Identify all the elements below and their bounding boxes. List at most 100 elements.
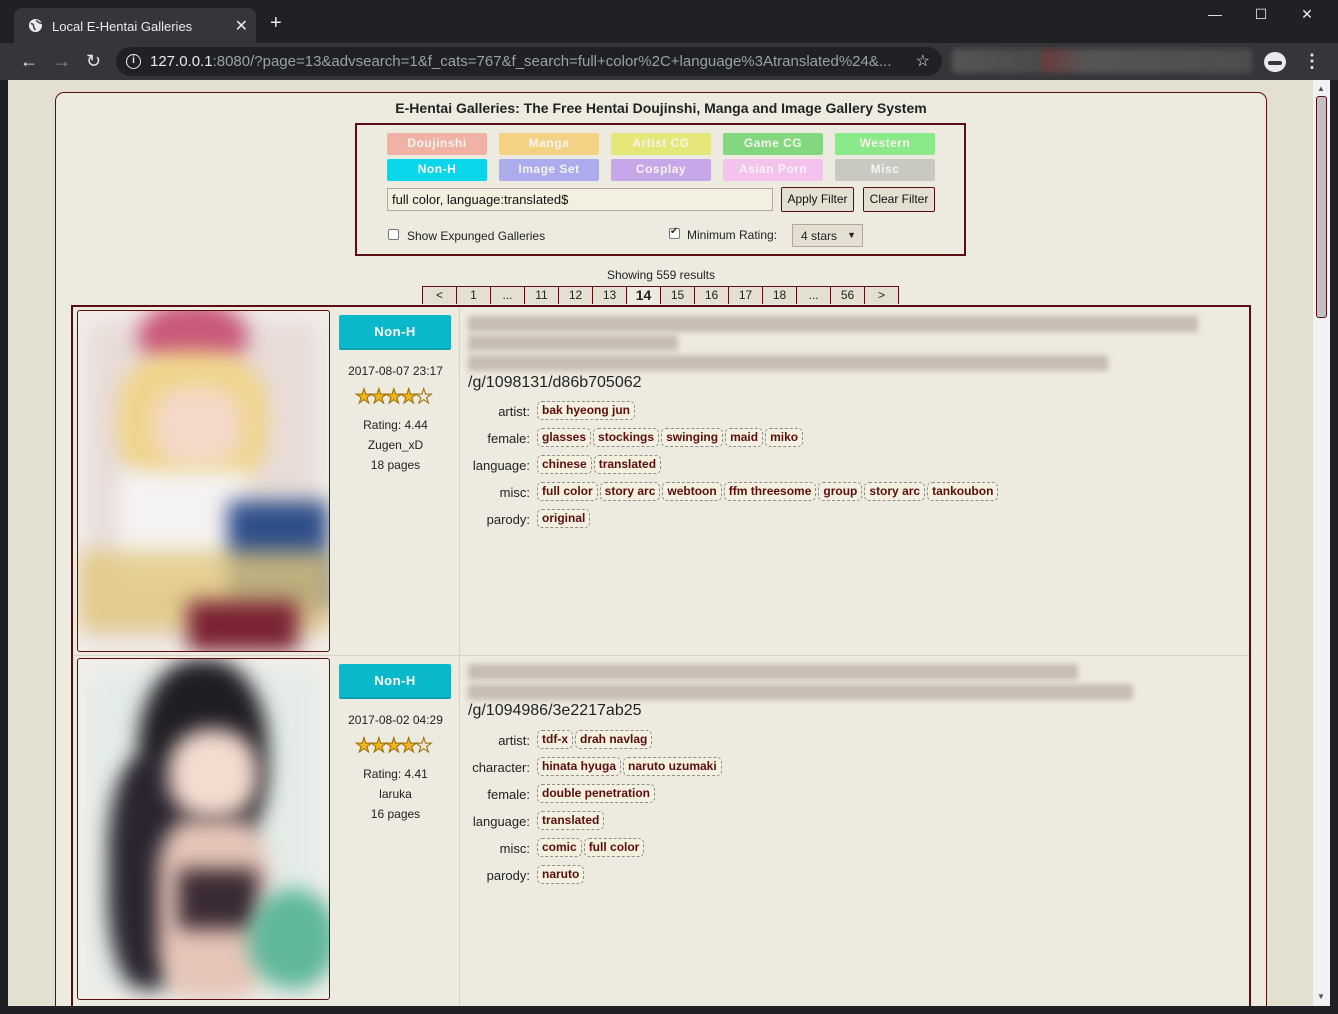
tag[interactable]: miko — [765, 428, 804, 447]
min-rating-select[interactable]: 4 stars ▼ — [792, 224, 863, 247]
tag[interactable]: translated — [537, 811, 605, 830]
back-arrow-icon[interactable]: ← — [20, 52, 38, 70]
category-badge[interactable]: Non-H — [339, 315, 451, 350]
minimize-button[interactable]: — — [1192, 6, 1238, 22]
gallery-row: Non-H 2017-08-07 23:17 ★★★★★ Rating: 4.4… — [73, 307, 1249, 656]
page-button[interactable]: 56 — [831, 287, 865, 304]
tag[interactable]: chinese — [537, 455, 592, 474]
gallery-link[interactable]: /g/1094986/3e2217ab25 — [468, 702, 642, 720]
tag[interactable]: translated — [593, 455, 662, 474]
tag[interactable]: double penetration — [537, 784, 655, 803]
category-toggle-image-set[interactable]: Image Set — [499, 159, 599, 181]
uploader[interactable]: laruka — [335, 787, 456, 801]
show-expunged-checkbox[interactable] — [388, 229, 399, 240]
page-button[interactable]: 15 — [661, 287, 695, 304]
category-toggle-doujinshi[interactable]: Doujinshi — [387, 133, 487, 155]
tag[interactable]: glasses — [537, 428, 592, 447]
tag-list: hinata hyuga naruto uzumaki — [537, 757, 724, 776]
gallery-link[interactable]: /g/1098131/d86b705062 — [468, 374, 642, 392]
tag[interactable]: comic — [537, 838, 582, 857]
category-toggle-misc[interactable]: Misc — [835, 159, 935, 181]
page-button[interactable]: 14 — [627, 287, 661, 304]
page-scrollbar[interactable]: ▲ ▼ — [1313, 80, 1330, 1006]
scroll-down-icon[interactable]: ▼ — [1317, 992, 1325, 1001]
url-text: 127.0.0.1:8080/?page=13&advsearch=1&f_ca… — [150, 53, 892, 70]
category-toggle-asian-porn[interactable]: Asian Porn — [723, 159, 823, 181]
tag[interactable]: naruto uzumaki — [623, 757, 722, 776]
page-button[interactable]: 16 — [695, 287, 729, 304]
new-tab-button[interactable]: + — [270, 13, 282, 33]
tag-namespace: misc: — [499, 485, 530, 500]
bookmark-star-icon[interactable]: ☆ — [916, 51, 930, 71]
show-expunged-label: Show Expunged Galleries — [407, 229, 546, 243]
tag[interactable]: ffm threesome — [723, 482, 817, 501]
tag[interactable]: hinata hyuga — [537, 757, 622, 776]
category-toggle-artist-cg[interactable]: Artist CG — [611, 133, 711, 155]
gallery-title-blurred[interactable] — [468, 316, 1198, 332]
category-toggle-manga[interactable]: Manga — [499, 133, 599, 155]
tag[interactable]: webtoon — [662, 482, 722, 501]
page-ellipsis: ... — [797, 287, 831, 304]
category-toggle-game-cg[interactable]: Game CG — [723, 133, 823, 155]
tag[interactable]: full color — [537, 482, 598, 501]
prev-page-button[interactable]: < — [423, 287, 457, 304]
page-button[interactable]: 13 — [593, 287, 627, 304]
category-badge[interactable]: Non-H — [339, 664, 451, 699]
gallery-title-blurred[interactable] — [468, 664, 1078, 680]
tag[interactable]: stockings — [593, 428, 660, 447]
close-window-button[interactable]: ✕ — [1284, 6, 1330, 23]
gallery-thumbnail[interactable] — [77, 310, 330, 652]
tag[interactable]: story arc — [599, 482, 661, 501]
site-info-icon[interactable]: i — [126, 54, 141, 69]
tag[interactable]: tankoubon — [927, 482, 999, 501]
category-toggle-non-h[interactable]: Non-H — [387, 159, 487, 181]
maximize-button[interactable]: ☐ — [1238, 6, 1284, 23]
browser-menu-icon[interactable]: ⋮ — [1303, 51, 1321, 72]
tag[interactable]: tdf-x — [537, 730, 573, 749]
browser-tab[interactable]: Local E-Hentai Galleries ✕ — [14, 8, 256, 43]
incognito-icon[interactable] — [1264, 52, 1286, 72]
rating-stars: ★★★★★ — [355, 735, 434, 757]
scrollbar-thumb[interactable] — [1316, 96, 1327, 318]
tab-title: Local E-Hentai Galleries — [52, 19, 193, 34]
search-input[interactable] — [387, 188, 773, 211]
address-bar[interactable]: i 127.0.0.1:8080/?page=13&advsearch=1&f_… — [116, 47, 942, 76]
page-count: 18 pages — [370, 458, 421, 472]
tag[interactable]: drah navlag — [575, 730, 653, 749]
page-viewport: E-Hentai Galleries: The Free Hentai Douj… — [8, 80, 1313, 1006]
page-button[interactable]: 12 — [559, 287, 593, 304]
main-container: E-Hentai Galleries: The Free Hentai Douj… — [55, 92, 1267, 1006]
tag-list: translated — [537, 811, 606, 830]
tag[interactable]: maid — [725, 428, 764, 447]
globe-icon — [28, 18, 43, 33]
page-button[interactable]: 1 — [457, 287, 491, 304]
tag[interactable]: story arc — [864, 482, 926, 501]
forward-arrow-icon[interactable]: → — [53, 52, 71, 70]
apply-filter-button[interactable]: Apply Filter — [781, 187, 854, 212]
gallery-title-blurred — [468, 335, 678, 351]
tag[interactable]: full color — [583, 838, 645, 857]
tag[interactable]: group — [818, 482, 863, 501]
tag-namespace: female: — [487, 431, 530, 446]
min-rating-checkbox[interactable] — [669, 226, 680, 239]
reload-icon[interactable]: ↻ — [86, 52, 101, 70]
tag[interactable]: original — [537, 509, 591, 528]
page-button[interactable]: 17 — [729, 287, 763, 304]
tag[interactable]: bak hyeong jun — [537, 401, 636, 420]
rating-text: Rating: 4.44 — [363, 418, 428, 432]
clear-filter-button[interactable]: Clear Filter — [863, 187, 935, 212]
page-button[interactable]: 11 — [525, 287, 559, 304]
category-toggle-cosplay[interactable]: Cosplay — [611, 159, 711, 181]
gallery-list: Non-H 2017-08-07 23:17 ★★★★★ Rating: 4.4… — [71, 305, 1251, 1006]
tag[interactable]: swinging — [661, 428, 724, 447]
next-page-button[interactable]: > — [865, 287, 899, 304]
gallery-thumbnail[interactable] — [77, 658, 330, 1000]
gallery-jp-title-blurred — [468, 684, 1133, 700]
scroll-up-icon[interactable]: ▲ — [1317, 84, 1325, 93]
tab-close-icon[interactable]: ✕ — [235, 16, 248, 36]
tag[interactable]: naruto — [537, 865, 585, 884]
uploader[interactable]: Zugen_xD — [335, 438, 456, 452]
page-button[interactable]: 18 — [763, 287, 797, 304]
category-toggle-western[interactable]: Western — [835, 133, 935, 155]
gallery-row: Non-H 2017-08-02 04:29 ★★★★★ Rating: 4.4… — [73, 656, 1249, 1006]
